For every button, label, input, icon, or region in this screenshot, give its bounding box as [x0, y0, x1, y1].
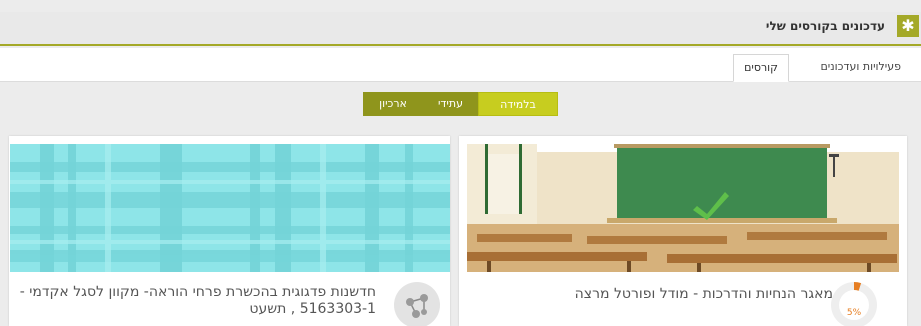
course-title[interactable]: מאגר הנחיות והדרכות - מודל ופורטל מרצה — [575, 286, 833, 303]
tab-activities-updates[interactable]: פעילויות ועדכונים — [810, 54, 911, 82]
filter-future-button[interactable]: עתידי — [423, 92, 478, 116]
course-card[interactable]: חדשנות פדגוגית בהכשרת פרחי הוראה- מקוון … — [9, 136, 450, 326]
course-filter: בלמידה עתידי ארכיון — [0, 82, 921, 126]
block-header: ✱ עדכונים בקורסים שלי — [0, 12, 921, 46]
tab-courses[interactable]: קורסים — [733, 54, 789, 82]
filter-archive-button[interactable]: ארכיון — [363, 92, 423, 116]
classroom-image — [467, 144, 899, 272]
cyan-plaid-pattern — [10, 144, 450, 272]
block-title: עדכונים בקורסים שלי — [765, 19, 885, 33]
course-image[interactable] — [467, 144, 899, 272]
filter-in-progress-button[interactable]: בלמידה — [478, 92, 558, 116]
course-image[interactable] — [10, 144, 450, 272]
progress-indicator: 5% — [831, 282, 877, 326]
course-card[interactable]: 5% מאגר הנחיות והדרכות - מודל ופורטל מרצ… — [459, 136, 907, 326]
course-title[interactable]: חדשנות פדגוגית בהכשרת פרחי הוראה- מקוון … — [16, 284, 376, 318]
course-network-icon — [394, 282, 440, 326]
tabs-strip: פעילויות ועדכונים קורסים — [0, 48, 921, 82]
progress-value: 5% — [846, 308, 862, 318]
asterisk-icon: ✱ — [897, 15, 919, 37]
progress-ring-icon — [831, 282, 877, 326]
